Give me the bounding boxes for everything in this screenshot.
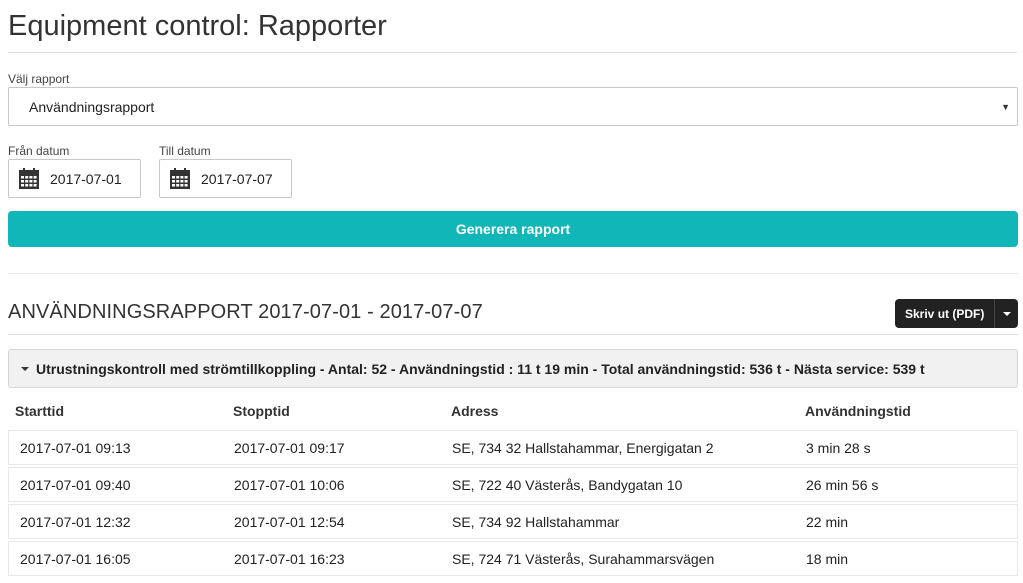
report-select-value: Användningsrapport — [29, 98, 155, 115]
print-pdf-button[interactable]: Skriv ut (PDF) — [895, 299, 995, 328]
equipment-group-header[interactable]: Utrustningskontroll med strömtillkopplin… — [8, 349, 1018, 388]
to-date-label: Till datum — [159, 144, 211, 158]
to-date-value: 2017-07-07 — [201, 170, 273, 187]
cell-usage: 3 min 28 s — [806, 439, 871, 456]
column-header-start: Starttid — [15, 403, 64, 419]
from-date-input[interactable]: 2017-07-01 — [8, 159, 141, 198]
cell-stop: 2017-07-01 16:23 — [234, 550, 345, 567]
cell-stop: 2017-07-01 09:17 — [234, 439, 345, 456]
cell-start: 2017-07-01 09:13 — [20, 439, 131, 456]
triangle-down-icon — [21, 366, 29, 371]
calendar-icon — [170, 168, 190, 189]
divider — [8, 334, 1018, 335]
cell-address: SE, 722 40 Västerås, Bandygatan 10 — [452, 476, 683, 493]
cell-start: 2017-07-01 12:32 — [20, 513, 131, 530]
group-summary: Utrustningskontroll med strömtillkopplin… — [36, 360, 925, 377]
cell-usage: 22 min — [806, 513, 849, 530]
cell-stop: 2017-07-01 12:54 — [234, 513, 345, 530]
to-date-group: Till datum 2017-07-07 — [159, 144, 292, 198]
generate-report-button[interactable]: Generera rapport — [8, 211, 1018, 247]
from-date-label: Från datum — [8, 144, 70, 158]
caret-down-icon: ▼ — [1001, 102, 1010, 112]
print-button-group: Skriv ut (PDF) — [895, 299, 1019, 328]
from-date-group: Från datum 2017-07-01 — [8, 144, 141, 198]
caret-down-icon — [1002, 311, 1011, 316]
to-date-input[interactable]: 2017-07-07 — [159, 159, 292, 198]
cell-stop: 2017-07-01 10:06 — [234, 476, 345, 493]
calendar-icon — [19, 168, 39, 189]
print-options-toggle[interactable] — [994, 299, 1019, 328]
usage-table: Starttid Stopptid Adress Användningstid … — [8, 392, 1018, 578]
page: Equipment control: Rapporter Välj rappor… — [0, 0, 1023, 583]
cell-address: SE, 724 71 Västerås, Surahammarsvägen — [452, 550, 715, 567]
report-heading: ANVÄNDNINGSRAPPORT 2017-07-01 - 2017-07-… — [8, 301, 483, 323]
page-title: Equipment control: Rapporter — [8, 0, 1017, 53]
column-header-usage: Användningstid — [805, 403, 911, 419]
from-date-value: 2017-07-01 — [50, 170, 122, 187]
table-row: 2017-07-01 12:32 2017-07-01 12:54 SE, 73… — [8, 504, 1018, 539]
table-row: 2017-07-01 09:13 2017-07-01 09:17 SE, 73… — [8, 430, 1018, 465]
column-header-address: Adress — [451, 403, 499, 419]
report-select[interactable]: Användningsrapport ▼ — [8, 87, 1018, 126]
table-header: Starttid Stopptid Adress Användningstid — [8, 392, 1018, 430]
cell-address: SE, 734 32 Hallstahammar, Energigatan 2 — [452, 439, 714, 456]
cell-start: 2017-07-01 09:40 — [20, 476, 131, 493]
cell-usage: 18 min — [806, 550, 849, 567]
cell-start: 2017-07-01 16:05 — [20, 550, 131, 567]
divider — [8, 273, 1018, 274]
table-row: 2017-07-01 09:40 2017-07-01 10:06 SE, 72… — [8, 467, 1018, 502]
column-header-stop: Stopptid — [233, 403, 290, 419]
report-select-label: Välj rapport — [8, 72, 70, 86]
cell-address: SE, 734 92 Hallstahammar — [452, 513, 620, 530]
cell-usage: 26 min 56 s — [806, 476, 879, 493]
table-row: 2017-07-01 16:05 2017-07-01 16:23 SE, 72… — [8, 541, 1018, 576]
